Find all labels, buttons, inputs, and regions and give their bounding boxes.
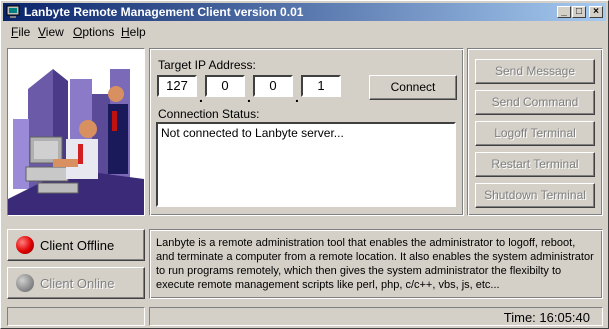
main-window: Lanbyte Remote Management Client version… bbox=[0, 0, 609, 329]
logo-panel bbox=[7, 48, 145, 216]
menu-file[interactable]: File bbox=[11, 25, 30, 39]
window-title: Lanbyte Remote Management Client version… bbox=[24, 5, 304, 19]
minimize-button[interactable]: _ bbox=[557, 6, 571, 18]
client-offline-button[interactable]: Client Offline bbox=[7, 229, 145, 261]
menu-help[interactable]: Help bbox=[121, 25, 146, 39]
menu-view[interactable]: View bbox=[38, 25, 64, 39]
status-label: Connection Status: bbox=[158, 107, 260, 121]
close-button[interactable]: × bbox=[589, 6, 603, 18]
send-message-button[interactable]: Send Message bbox=[475, 59, 595, 84]
client-online-button[interactable]: Client Online bbox=[7, 267, 145, 299]
ip-dot: . bbox=[199, 89, 203, 105]
minimize-icon: _ bbox=[561, 6, 567, 17]
maximize-icon: □ bbox=[575, 6, 583, 17]
connection-status-box[interactable]: Not connected to Lanbyte server... bbox=[156, 122, 456, 207]
menu-bar: File View Options Help bbox=[3, 22, 606, 40]
ip-octet-2[interactable]: 0 bbox=[205, 75, 245, 97]
ip-dot: . bbox=[295, 89, 299, 105]
gray-status-led-icon bbox=[16, 274, 34, 292]
client-offline-label: Client Offline bbox=[40, 238, 115, 253]
send-command-button[interactable]: Send Command bbox=[475, 90, 595, 115]
statusbar-pane-right: Time: 16:05:40 bbox=[149, 307, 603, 326]
admin-illustration bbox=[8, 69, 144, 215]
maximize-button[interactable]: □ bbox=[572, 6, 586, 18]
ip-dot: . bbox=[247, 89, 251, 105]
statusbar-pane-left bbox=[7, 307, 145, 326]
ip-label: Target IP Address: bbox=[158, 58, 256, 72]
shutdown-terminal-button[interactable]: Shutdown Terminal bbox=[475, 183, 595, 208]
close-icon: × bbox=[593, 6, 599, 17]
restart-terminal-button[interactable]: Restart Terminal bbox=[475, 152, 595, 177]
clock-time: Time: 16:05:40 bbox=[503, 310, 590, 325]
ip-octet-1[interactable]: 127 bbox=[157, 75, 197, 97]
app-icon bbox=[6, 5, 20, 18]
logoff-terminal-button[interactable]: Logoff Terminal bbox=[475, 121, 595, 146]
title-bar[interactable]: Lanbyte Remote Management Client version… bbox=[3, 3, 606, 21]
ip-octet-4[interactable]: 1 bbox=[301, 75, 341, 97]
red-status-led-icon bbox=[16, 236, 34, 254]
menu-options[interactable]: Options bbox=[73, 25, 114, 39]
client-online-label: Client Online bbox=[40, 276, 115, 291]
ip-octet-3[interactable]: 0 bbox=[253, 75, 293, 97]
connect-button[interactable]: Connect bbox=[369, 75, 457, 100]
status-text: Not connected to Lanbyte server... bbox=[161, 126, 344, 140]
description-text: Lanbyte is a remote administration tool … bbox=[156, 237, 594, 291]
